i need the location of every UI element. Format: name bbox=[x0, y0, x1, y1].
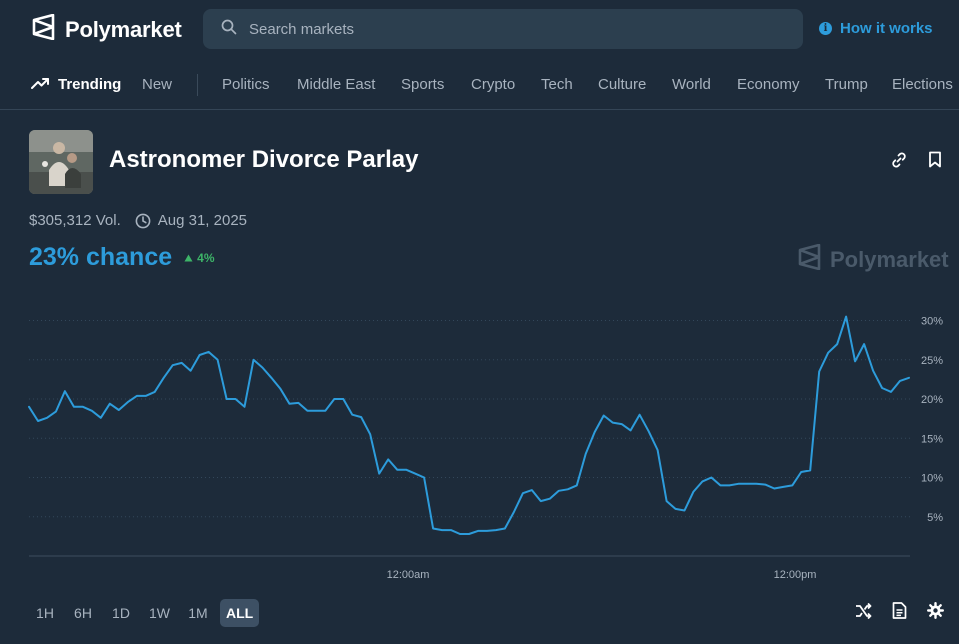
range-1w-button[interactable]: 1W bbox=[143, 599, 176, 627]
trending-icon bbox=[31, 76, 50, 93]
x-axis-ticks: 12:00am 12:00pm bbox=[387, 569, 817, 581]
watermark-logo-icon bbox=[798, 243, 822, 276]
polymarket-logo-icon bbox=[32, 13, 56, 45]
nav-item-middle-east[interactable]: Middle East bbox=[297, 76, 375, 93]
nav-trending-label: Trending bbox=[58, 76, 122, 93]
nav-item-economy[interactable]: Economy bbox=[737, 76, 800, 93]
nav-item-politics[interactable]: Politics bbox=[222, 76, 270, 93]
market-meta: $305,312 Vol. Aug 31, 2025 bbox=[29, 212, 247, 229]
clock-icon bbox=[135, 213, 151, 229]
nav-item-world[interactable]: World bbox=[672, 76, 711, 93]
how-it-works-label: How it works bbox=[840, 20, 933, 37]
nav-divider-line bbox=[0, 109, 959, 110]
document-icon bbox=[892, 602, 907, 624]
y-axis-ticks: 30% 25% 20% 15% 10% 5% bbox=[921, 316, 943, 524]
watermark-text: Polymarket bbox=[830, 247, 949, 272]
time-range-selector: 1H 6H 1D 1W 1M ALL bbox=[29, 599, 260, 627]
nav-item-trending[interactable]: Trending bbox=[31, 76, 121, 93]
range-1m-button[interactable]: 1M bbox=[182, 599, 214, 627]
nav-item-elections[interactable]: Elections bbox=[892, 76, 953, 93]
polymarket-watermark: Polymarket bbox=[798, 243, 949, 276]
nav-item-tech[interactable]: Tech bbox=[541, 76, 573, 93]
bookmark-icon bbox=[928, 151, 942, 173]
link-icon bbox=[890, 151, 908, 174]
nav-divider bbox=[197, 74, 198, 96]
brand-name: Polymarket bbox=[65, 16, 182, 42]
nav-item-sports[interactable]: Sports bbox=[401, 76, 444, 93]
nav-item-trump[interactable]: Trump bbox=[825, 76, 868, 93]
chart-tools bbox=[853, 602, 945, 624]
change-badge: 4% bbox=[184, 251, 214, 265]
how-it-works-link[interactable]: i How it works bbox=[819, 20, 933, 37]
triangle-up-icon bbox=[184, 251, 193, 265]
nav-item-culture[interactable]: Culture bbox=[598, 76, 646, 93]
nav-item-new[interactable]: New bbox=[142, 76, 172, 93]
end-date-text: Aug 31, 2025 bbox=[157, 212, 248, 229]
search-icon bbox=[221, 19, 237, 40]
market-title: Astronomer Divorce Parlay bbox=[109, 146, 419, 173]
y-tick-label: 10% bbox=[921, 473, 943, 485]
chance-value: 23% chance bbox=[29, 243, 173, 271]
change-value: 4% bbox=[197, 250, 215, 265]
category-nav: Trending New Politics Middle East Sports… bbox=[0, 64, 959, 108]
series-line bbox=[28, 315, 910, 535]
y-tick-label: 30% bbox=[921, 316, 943, 328]
bookmark-button[interactable] bbox=[925, 151, 945, 173]
y-tick-label: 25% bbox=[921, 355, 943, 367]
settings-button[interactable] bbox=[925, 602, 945, 624]
x-tick-label: 12:00pm bbox=[774, 569, 817, 581]
probability-chart[interactable]: 30% 25% 20% 15% 10% 5% 12:00am 12:00pm bbox=[0, 300, 959, 590]
shuffle-button[interactable] bbox=[853, 602, 873, 624]
volume-text: $305,312 Vol. bbox=[29, 212, 121, 229]
search-input[interactable] bbox=[249, 20, 769, 38]
chance-row: 23% chance 4% bbox=[29, 243, 214, 272]
range-all-button[interactable]: ALL bbox=[220, 599, 260, 627]
copy-link-button[interactable] bbox=[889, 152, 909, 172]
shuffle-icon bbox=[855, 602, 872, 624]
market-image bbox=[29, 130, 93, 194]
top-bar: Polymarket i How it works bbox=[0, 0, 959, 60]
x-tick-label: 12:00am bbox=[387, 569, 430, 581]
gear-icon bbox=[926, 602, 944, 624]
search-bar[interactable] bbox=[203, 9, 803, 49]
brand-logo[interactable]: Polymarket bbox=[32, 13, 182, 45]
y-tick-label: 5% bbox=[927, 512, 943, 524]
rules-document-button[interactable] bbox=[889, 602, 909, 624]
nav-item-crypto[interactable]: Crypto bbox=[471, 76, 515, 93]
range-1h-button[interactable]: 1H bbox=[29, 599, 61, 627]
range-6h-button[interactable]: 6H bbox=[67, 599, 99, 627]
y-tick-label: 15% bbox=[921, 433, 943, 445]
info-icon: i bbox=[819, 22, 832, 35]
y-tick-label: 20% bbox=[921, 394, 943, 406]
range-1d-button[interactable]: 1D bbox=[105, 599, 137, 627]
